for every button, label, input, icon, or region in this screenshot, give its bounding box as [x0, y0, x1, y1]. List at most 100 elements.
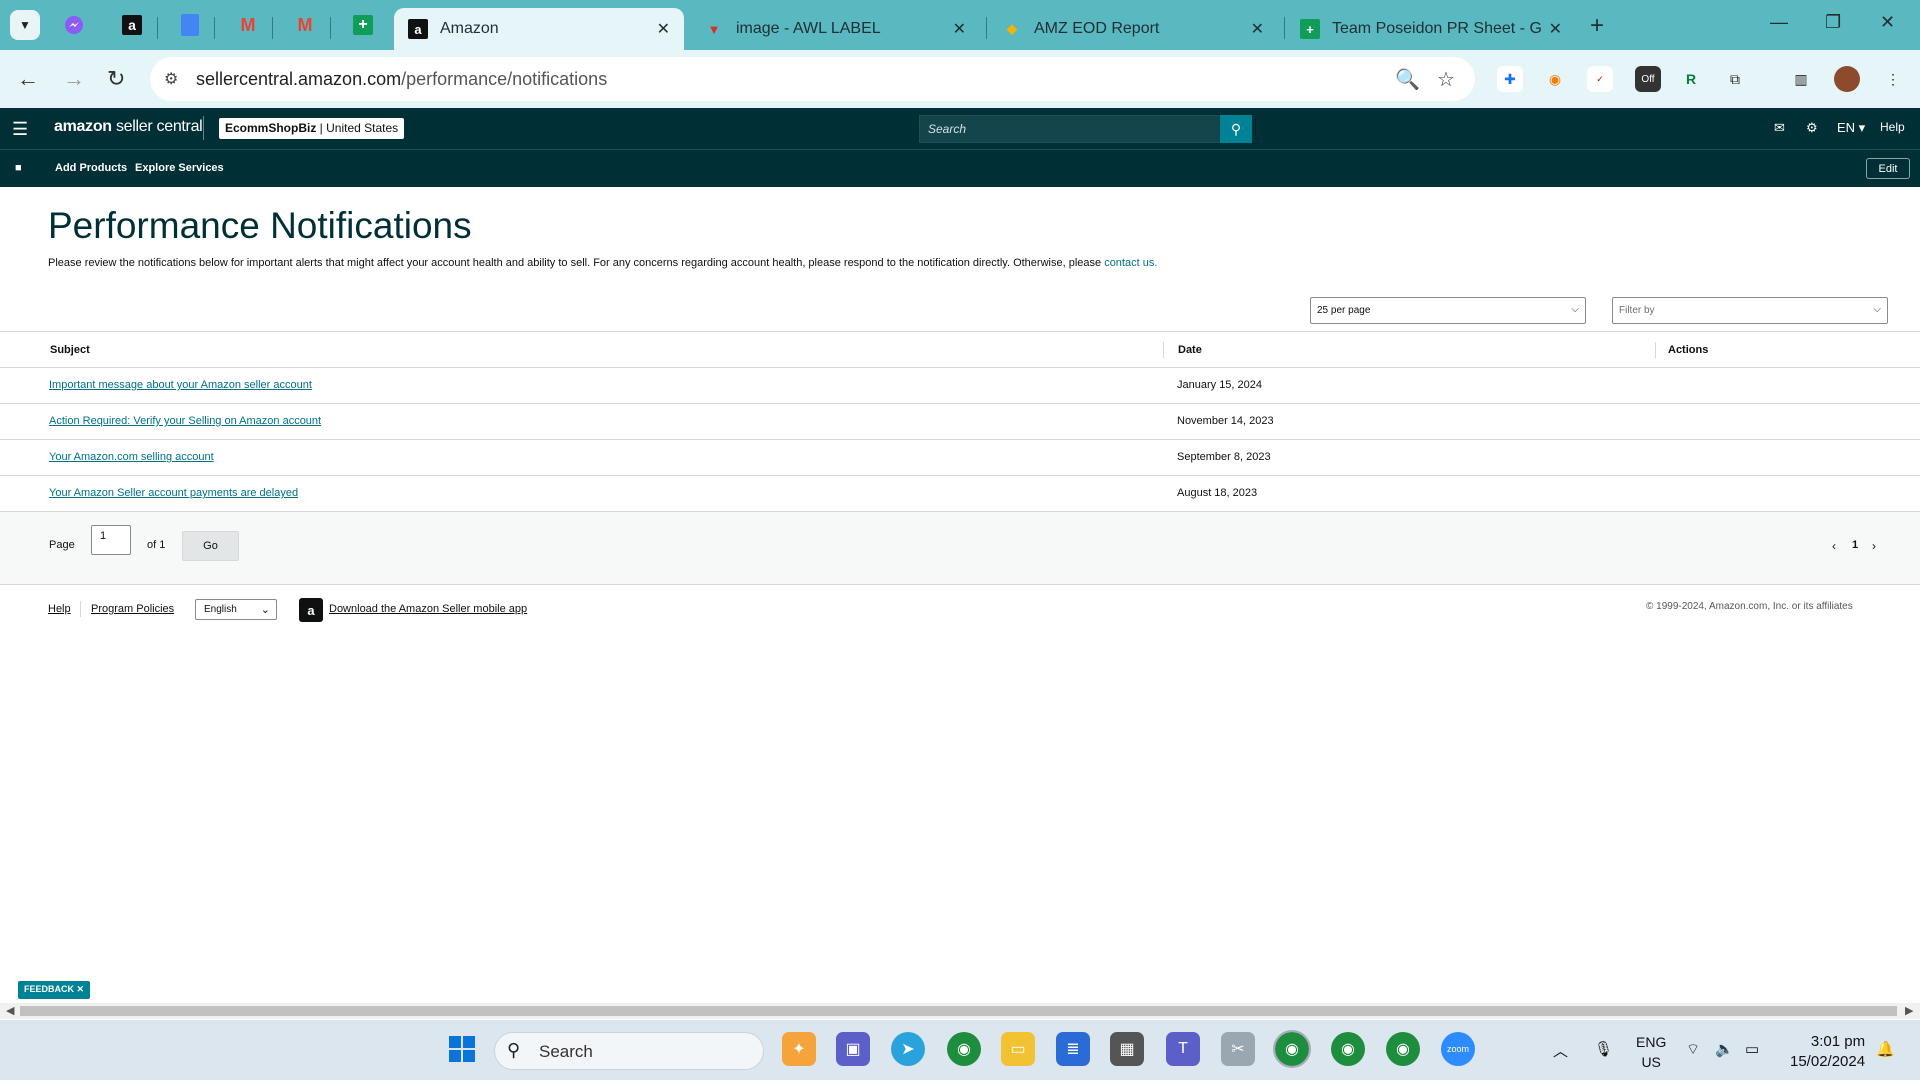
- side-panel-icon[interactable]: ▥: [1788, 66, 1814, 92]
- notification-subject-link[interactable]: Your Amazon.com selling account: [49, 451, 214, 463]
- contact-us-link[interactable]: contact us.: [1104, 257, 1157, 269]
- chrome-profile-2-icon[interactable]: ◉: [1331, 1032, 1365, 1066]
- store-switcher[interactable]: EcommShopBiz | United States: [219, 118, 405, 139]
- telegram-icon[interactable]: ➤: [891, 1032, 925, 1066]
- windows-start-icon[interactable]: [445, 1032, 479, 1066]
- mail-icon[interactable]: ✉: [1774, 120, 1785, 136]
- back-arrow-icon[interactable]: ←: [17, 66, 39, 92]
- address-bar[interactable]: ⚙ sellercentral.amazon.com/performance/n…: [150, 57, 1475, 101]
- tab-poseidon-sheet[interactable]: + Team Poseidon PR Sheet - Goo ✕: [1286, 8, 1576, 50]
- next-page-chevron-icon[interactable]: ›: [1872, 539, 1876, 553]
- footer-program-policies-link[interactable]: Program Policies: [91, 603, 174, 615]
- zoom-app-icon[interactable]: zoom: [1441, 1032, 1475, 1066]
- extensions-puzzle-icon[interactable]: ⧉: [1722, 66, 1748, 92]
- chrome-profile-3-icon[interactable]: ◉: [1386, 1032, 1420, 1066]
- prev-page-chevron-icon[interactable]: ‹: [1832, 539, 1836, 553]
- calculator-icon[interactable]: ▦: [1110, 1032, 1144, 1066]
- browser-tab-strip: ▼ a M M + a Amazon ✕ ▼ image - AWL LABEL…: [0, 0, 1920, 50]
- tab-search-chevron-icon[interactable]: ▼: [10, 10, 40, 40]
- browser-menu-icon[interactable]: ⋮: [1880, 66, 1906, 92]
- filter-by-select[interactable]: Filter by ⌵: [1612, 297, 1888, 324]
- tab-amazon[interactable]: a Amazon ✕: [394, 8, 684, 50]
- notepad-icon[interactable]: ≣: [1056, 1032, 1090, 1066]
- close-icon[interactable]: ✕: [657, 19, 670, 39]
- pinned-tab-gmail-2[interactable]: M: [291, 11, 319, 39]
- pinned-tab-docs[interactable]: [176, 11, 204, 39]
- settings-gear-icon[interactable]: ⚙: [1806, 120, 1818, 136]
- notification-subject-link[interactable]: Your Amazon Seller account payments are …: [49, 487, 298, 499]
- pinned-tab-gmail[interactable]: M: [234, 11, 262, 39]
- page-number-input[interactable]: 1: [91, 525, 131, 555]
- footer-language-select[interactable]: English ⌄: [195, 599, 277, 620]
- tab-eod-report[interactable]: ◆ AMZ EOD Report ✕: [988, 8, 1278, 50]
- search-icon: ⚲: [507, 1040, 521, 1060]
- google-sheets-icon: +: [1300, 19, 1320, 39]
- amazon-seller-app-icon[interactable]: a: [299, 598, 323, 622]
- extension-rs-icon[interactable]: R: [1678, 66, 1704, 92]
- page-footer: Help Program Policies English ⌄ a Downlo…: [0, 596, 1920, 626]
- profile-avatar[interactable]: [1834, 66, 1860, 92]
- taskbar-search[interactable]: ⚲ Search: [494, 1032, 764, 1070]
- taskbar-clock[interactable]: 3:01 pm 15/02/2024: [1790, 1032, 1865, 1072]
- wifi-icon[interactable]: ⌔: [1686, 1040, 1700, 1059]
- tab-awl-label[interactable]: ▼ image - AWL LABEL ✕: [690, 8, 980, 50]
- column-subject[interactable]: Subject: [50, 344, 90, 356]
- pinned-tab-messenger[interactable]: [60, 11, 88, 39]
- close-icon[interactable]: ✕: [1549, 19, 1562, 39]
- extension-logo-icon[interactable]: ✓: [1587, 66, 1613, 92]
- chrome-icon[interactable]: ◉: [947, 1032, 981, 1066]
- notification-subject-link[interactable]: Action Required: Verify your Selling on …: [49, 415, 321, 427]
- seller-central-logo[interactable]: amazon seller central: [54, 118, 203, 136]
- nav-explore-services[interactable]: Explore Services: [135, 162, 224, 174]
- current-page-number[interactable]: 1: [1852, 539, 1858, 551]
- extension-off-icon[interactable]: Off: [1635, 66, 1661, 92]
- horizontal-scrollbar[interactable]: ◀ ▶: [0, 1003, 1920, 1019]
- chrome-profile-1-icon[interactable]: ◉: [1273, 1030, 1311, 1068]
- hamburger-menu-icon[interactable]: ☰: [12, 119, 28, 140]
- nav-add-products[interactable]: Add Products: [55, 162, 127, 174]
- volume-icon[interactable]: 🔈: [1715, 1040, 1734, 1058]
- file-explorer-icon[interactable]: ▭: [1001, 1032, 1035, 1066]
- zoom-icon[interactable]: 🔍: [1395, 67, 1420, 92]
- pinned-tab-amazon[interactable]: a: [118, 11, 146, 39]
- notification-subject-link[interactable]: Important message about your Amazon sell…: [49, 379, 312, 391]
- close-icon[interactable]: ✕: [1251, 19, 1264, 39]
- teams-chat-icon[interactable]: ▣: [836, 1032, 870, 1066]
- help-link[interactable]: Help: [1880, 120, 1905, 134]
- scroll-left-icon[interactable]: ◀: [6, 1004, 14, 1017]
- url-text[interactable]: sellercentral.amazon.com/performance/not…: [196, 69, 607, 90]
- pinned-tab-sheets[interactable]: +: [349, 11, 377, 39]
- notification-bell-icon[interactable]: 🔔: [1876, 1040, 1895, 1058]
- close-icon[interactable]: ✕: [953, 19, 966, 39]
- go-button[interactable]: Go: [182, 531, 239, 561]
- extension-translate-icon[interactable]: ✚: [1497, 66, 1523, 92]
- download-app-link[interactable]: Download the Amazon Seller mobile app: [329, 603, 527, 615]
- scroll-right-icon[interactable]: ▶: [1905, 1004, 1913, 1017]
- edit-nav-button[interactable]: Edit: [1866, 158, 1910, 179]
- snipping-tool-icon[interactable]: ✂: [1221, 1032, 1255, 1066]
- column-date[interactable]: Date: [1178, 344, 1202, 356]
- forward-arrow-icon[interactable]: →: [63, 66, 85, 92]
- reload-icon[interactable]: ↻: [107, 66, 125, 92]
- microphone-icon[interactable]: 🎙: [1594, 1040, 1613, 1058]
- window-close-icon[interactable]: ✕: [1880, 12, 1895, 33]
- per-page-select[interactable]: 25 per page ⌵: [1310, 297, 1586, 324]
- minimize-icon[interactable]: —: [1770, 12, 1788, 33]
- new-tab-plus-icon[interactable]: +: [1590, 12, 1604, 40]
- feedback-button[interactable]: FEEDBACK ✕: [18, 981, 91, 999]
- bookmark-icon[interactable]: ■: [15, 162, 22, 174]
- extension-orange-icon[interactable]: ◉: [1542, 66, 1568, 92]
- footer-help-link[interactable]: Help: [48, 603, 71, 615]
- restore-icon[interactable]: ❐: [1825, 12, 1841, 33]
- bookmark-star-icon[interactable]: ☆: [1437, 67, 1455, 92]
- language-selector[interactable]: EN ▾: [1837, 120, 1865, 136]
- battery-icon[interactable]: ▭: [1745, 1040, 1759, 1058]
- scrollbar-thumb[interactable]: [20, 1006, 1897, 1016]
- search-input[interactable]: [920, 116, 1220, 142]
- tray-overflow-chevron-icon[interactable]: ︿: [1553, 1040, 1568, 1061]
- input-language[interactable]: ENG US: [1636, 1032, 1666, 1072]
- teams-icon[interactable]: T: [1166, 1032, 1200, 1066]
- copilot-icon[interactable]: ✦: [782, 1032, 816, 1066]
- site-info-icon[interactable]: ⚙: [164, 69, 178, 89]
- search-button[interactable]: ⚲: [1220, 115, 1252, 143]
